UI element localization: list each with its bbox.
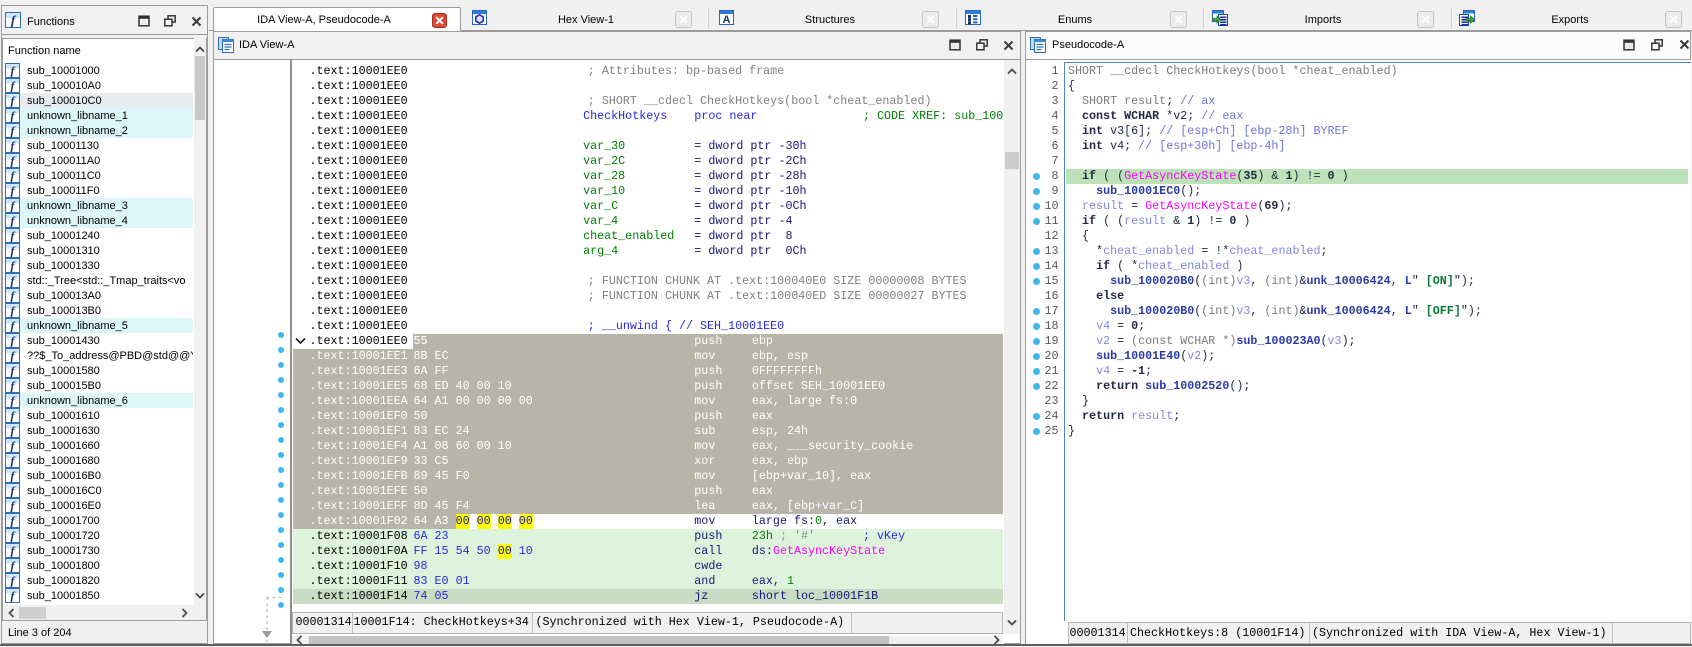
- svg-text:A: A: [723, 14, 731, 25]
